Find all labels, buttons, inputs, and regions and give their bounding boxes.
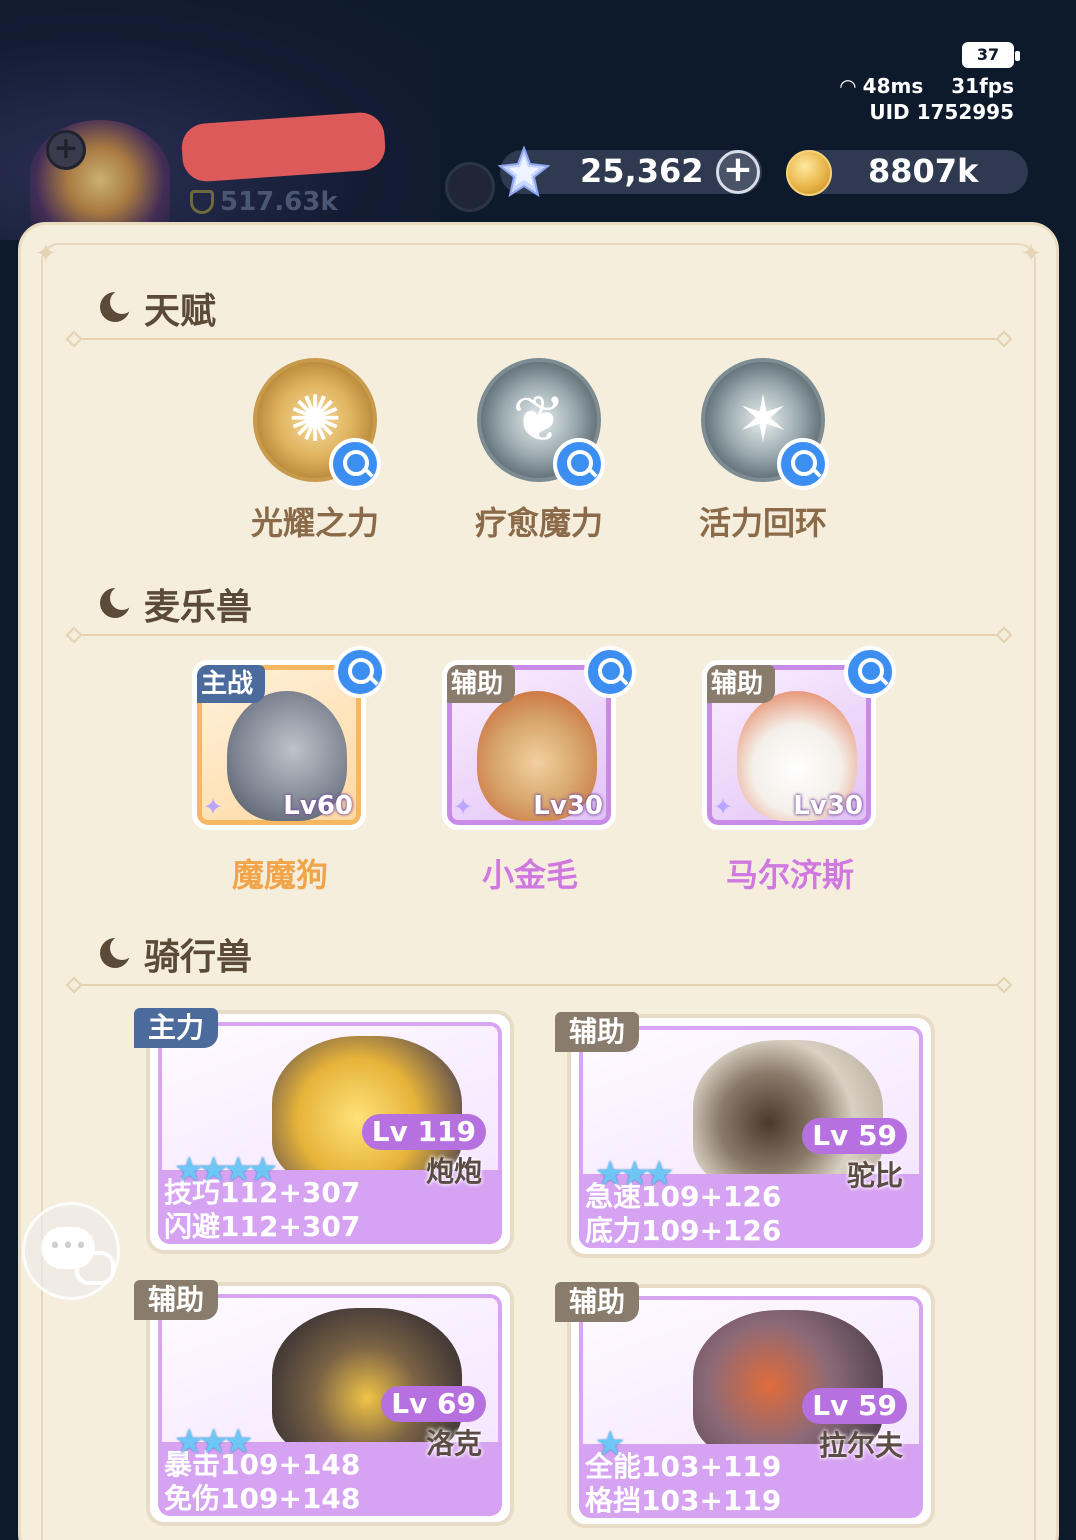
talent-item[interactable]: ✺ 光耀之力 [240,358,390,544]
guild-icon[interactable] [445,162,495,212]
sparkle-icon: ✦ [203,793,224,821]
mount-stat: 底力109+126 [585,1214,782,1247]
magnifier-icon[interactable] [553,438,605,490]
magnifier-icon[interactable] [584,646,636,698]
gold-coin-icon [786,150,832,196]
moon-icon [100,586,134,622]
avatar-add-icon[interactable]: + [46,130,86,170]
pet-slot[interactable]: 辅助 ✦ Lv30 小金毛 [442,646,636,896]
mount-card[interactable]: ★ Lv 59 拉尔夫 全能103+119 格挡103+119 辅助 [555,1282,935,1528]
magnifier-icon[interactable] [334,646,386,698]
chat-bubble-icon[interactable] [22,1202,120,1300]
moon-icon [100,290,134,326]
gem-value: 25,362 [580,152,704,190]
star-rating-icon: ★ [595,1424,626,1464]
battery-icon: 37 [962,42,1020,68]
section-divider [78,634,1000,636]
mount-name: 驼比 [846,1159,903,1192]
gem-currency: 25,362 + [498,146,762,198]
pet-slot[interactable]: 辅助 ✦ Lv30 马尔济斯 [702,646,896,896]
magnifier-icon[interactable] [329,438,381,490]
mount-name: 洛克 [425,1427,482,1460]
add-gems-button[interactable]: + [716,150,760,194]
talent-section-title: 天赋 [100,282,216,334]
magnifier-icon[interactable] [777,438,829,490]
gold-currency: 8807k [786,150,1028,196]
mount-card[interactable]: ★★★ Lv 69 洛克 暴击109+148 免伤109+148 辅助 [134,1280,514,1526]
mount-level: Lv 119 [361,1114,486,1150]
wifi-icon: ◠ [840,74,856,98]
role-badge: 主战 [197,665,266,703]
star-rating-icon: ★★★ [174,1422,253,1462]
role-badge: 辅助 [555,1282,640,1322]
gold-value: 8807k [868,152,979,190]
mounts-section-title: 骑行兽 [100,928,252,980]
pet-level: Lv30 [793,791,863,821]
role-badge: 辅助 [447,665,516,703]
mount-name: 拉尔夫 [818,1429,903,1462]
pet-name: 魔魔狗 [231,856,328,894]
mount-stat: 闪避112+307 [164,1210,361,1243]
mount-stat: 免伤109+148 [164,1482,361,1515]
power-value: 517.63k [220,187,338,217]
pet-level: Lv60 [283,791,353,821]
pets-section-title: 麦乐兽 [100,578,252,630]
mount-level: Lv 59 [802,1118,907,1154]
role-badge: 辅助 [134,1280,219,1320]
sparkle-icon: ✦ [453,793,474,821]
pet-level: Lv30 [533,791,603,821]
network-row: ◠ 48ms 31fps [840,74,1014,98]
sparkle-icon: ✦ [713,793,734,821]
pet-name: 马尔济斯 [725,856,854,894]
pet-name: 小金毛 [481,856,578,894]
star-rating-icon: ★★★★ [174,1150,278,1190]
talent-label: 光耀之力 [250,504,379,542]
section-divider [78,984,1000,986]
mount-card[interactable]: ★★★★ Lv 119 炮炮 技巧112+307 闪避112+307 主力 [134,1008,514,1254]
talent-medal[interactable]: ✺ [253,358,381,490]
power-display: 517.63k [190,182,410,222]
role-badge: 辅助 [555,1012,640,1052]
mount-name: 炮炮 [425,1155,482,1188]
mount-level: Lv 69 [381,1386,486,1422]
moon-icon [100,936,134,972]
talent-label: 疗愈魔力 [474,504,603,542]
fps-value: 31fps [951,74,1014,98]
pet-slot[interactable]: 主战 ✦ Lv60 魔魔狗 [192,646,386,896]
ping-value: ◠ 48ms [840,74,924,98]
mount-stat: 格挡103+119 [585,1484,782,1517]
talent-label: 活力回环 [698,504,827,542]
uid-label: UID 1752995 [869,100,1014,124]
role-badge: 辅助 [707,665,776,703]
sparkle-icon: ✦ [35,239,57,269]
mount-level: Lv 59 [802,1388,907,1424]
magnifier-icon[interactable] [844,646,896,698]
sparkle-icon: ✦ [1020,239,1042,269]
role-badge: 主力 [134,1008,219,1048]
talent-item[interactable]: ✶ 活力回环 [688,358,838,544]
section-divider [78,338,1000,340]
crystal-star-icon [498,146,550,198]
mount-card[interactable]: ★★★ Lv 59 驼比 急速109+126 底力109+126 辅助 [555,1012,935,1258]
star-rating-icon: ★★★ [595,1154,674,1194]
talent-medal[interactable]: ✶ [701,358,829,490]
talent-medal[interactable]: ❦ [477,358,605,490]
talent-item[interactable]: ❦ 疗愈魔力 [464,358,614,544]
shield-icon [190,190,214,214]
